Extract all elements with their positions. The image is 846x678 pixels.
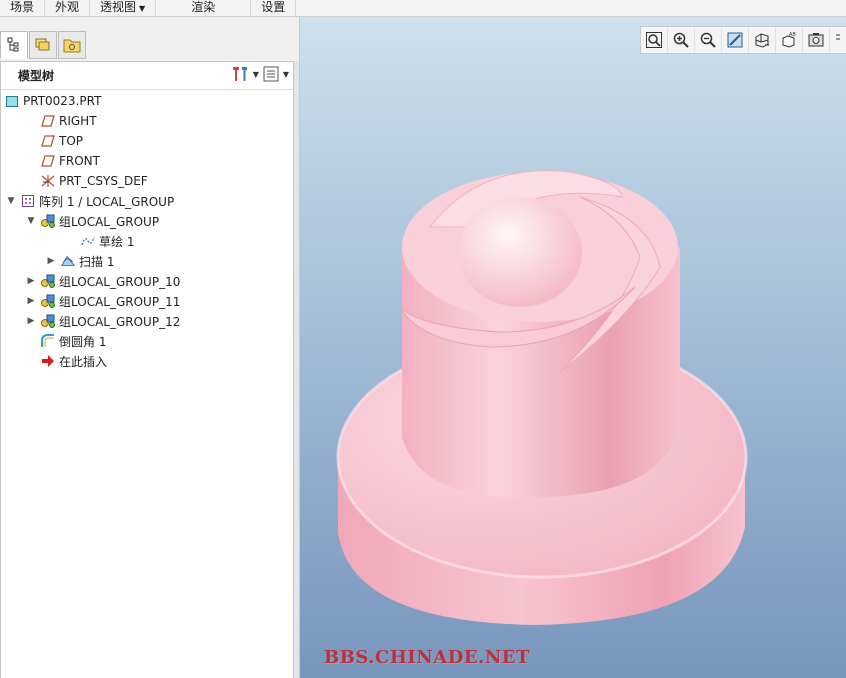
zoom-in-button[interactable] (668, 27, 695, 53)
model-tree-header: 模型树 ▼ ▼ (1, 62, 293, 90)
collapsed-arrow-icon[interactable]: ▶ (26, 296, 36, 306)
graphics-viewport[interactable]: AB BBS.CHINADE.NET (300, 17, 846, 678)
view-manager-icon (807, 31, 825, 49)
zoom-fit-icon (645, 31, 663, 49)
zoom-out-icon (699, 31, 717, 49)
model-tree-pane: 模型树 ▼ ▼ PRT0023.PRT RIGHT TOP FRONT PRT_CSY… (0, 61, 294, 678)
expanded-arrow-icon[interactable]: ▼ (6, 196, 16, 206)
chevron-down-icon[interactable]: ▼ (139, 4, 145, 13)
tree-item-label: 组LOCAL_GROUP_12 (59, 314, 181, 329)
model-tree-icon (7, 37, 19, 52)
settings-dropdown-icon[interactable]: ▼ (283, 70, 289, 79)
collapsed-arrow-icon[interactable]: ▶ (26, 276, 36, 286)
tools-dropdown-icon[interactable]: ▼ (253, 70, 259, 79)
model-tree: PRT0023.PRT RIGHT TOP FRONT PRT_CSYS_DEF ▼ 阵列… (1, 91, 291, 371)
pattern-icon (20, 193, 36, 209)
layers-icon (35, 38, 50, 51)
part-icon (4, 93, 20, 109)
tree-item-label: TOP (59, 134, 84, 148)
ribbon-tab-4[interactable]: 渲染 (156, 0, 252, 17)
insert-here-icon (40, 353, 56, 369)
view-manager-button[interactable] (803, 27, 830, 53)
repaint-icon (726, 31, 744, 49)
more-button[interactable] (830, 27, 846, 53)
tree-item-label: 扫描 1 (79, 254, 115, 269)
datum-plane-icon (40, 113, 56, 129)
repaint-button[interactable] (722, 27, 749, 53)
tab-model-tree[interactable] (0, 31, 28, 59)
zoom-fit-button[interactable] (641, 27, 668, 53)
tree-item-label: 草绘 1 (99, 234, 135, 249)
tree-item[interactable]: ▶ 组LOCAL_GROUP_12 (1, 311, 291, 331)
tree-item[interactable]: ▶ 组LOCAL_GROUP_11 (1, 291, 291, 311)
tree-item[interactable]: 在此插入 (1, 351, 291, 371)
model-tree-title: 模型树 (18, 69, 55, 83)
tree-item-label: RIGHT (59, 114, 97, 128)
collapsed-arrow-icon[interactable]: ▶ (26, 316, 36, 326)
ribbon-tab-3[interactable]: 透视图 ▼ (90, 0, 157, 17)
folder-icon (63, 39, 81, 53)
zoom-in-icon (672, 31, 690, 49)
tree-item[interactable]: ▼ 阵列 1 / LOCAL_GROUP (1, 191, 291, 211)
tree-item-label: 组LOCAL_GROUP_11 (59, 294, 181, 309)
part-model-3d (336, 170, 748, 625)
view-toolbar: AB (640, 26, 846, 54)
csys-icon (40, 173, 56, 189)
ribbon-tab-5[interactable]: 设置 (251, 0, 297, 17)
ribbon-tabs: 场景 外观 透视图 ▼ 渲染 设置 (0, 0, 846, 17)
saved-views-icon: AB (780, 31, 798, 49)
display-style-button[interactable] (749, 27, 776, 53)
navigator-tabs (0, 31, 87, 61)
tree-root[interactable]: PRT0023.PRT (1, 91, 291, 111)
tree-item[interactable]: RIGHT (1, 111, 291, 131)
ribbon-tab-label: 场景 (10, 0, 35, 14)
ribbon-tab-label: 外观 (55, 0, 80, 14)
tree-item[interactable]: ▶ 扫描 1 (1, 251, 291, 271)
sketch-icon (80, 233, 96, 249)
watermark-text: BBS.CHINADE.NET (324, 647, 530, 668)
tree-settings-icon[interactable] (262, 65, 280, 83)
tree-item-label: FRONT (59, 154, 100, 168)
group-icon (40, 293, 56, 309)
navigator-panel: 模型树 ▼ ▼ PRT0023.PRT RIGHT TOP FRONT PRT_CSY… (0, 17, 300, 678)
tree-item[interactable]: TOP (1, 131, 291, 151)
tab-folder[interactable] (58, 31, 86, 59)
tab-layers[interactable] (29, 31, 57, 59)
tree-item-label: 在此插入 (59, 354, 108, 369)
tree-item-label: 组LOCAL_GROUP_10 (59, 274, 181, 289)
tree-item[interactable]: FRONT (1, 151, 291, 171)
panel-splitter[interactable] (294, 61, 299, 678)
group-icon (40, 273, 56, 289)
tree-item-label: PRT_CSYS_DEF (59, 174, 148, 188)
ribbon-tab-label: 透视图 (100, 0, 137, 14)
collapsed-arrow-icon[interactable]: ▶ (46, 256, 56, 266)
ribbon-tab-1[interactable]: 场景 (0, 0, 46, 17)
datum-plane-icon (40, 153, 56, 169)
tree-item[interactable]: 倒圆角 1 (1, 331, 291, 351)
sweep-icon (60, 253, 76, 269)
tree-item[interactable]: PRT_CSYS_DEF (1, 171, 291, 191)
group-icon (40, 213, 56, 229)
zoom-out-button[interactable] (695, 27, 722, 53)
datum-plane-icon (40, 133, 56, 149)
ribbon-tab-label: 设置 (261, 0, 286, 14)
svg-text:AB: AB (789, 32, 796, 38)
saved-views-button[interactable]: AB (776, 27, 803, 53)
ribbon-tab-2[interactable]: 外观 (45, 0, 91, 17)
display-style-icon (753, 31, 771, 49)
tree-item[interactable]: ▶ 组LOCAL_GROUP_10 (1, 271, 291, 291)
tools-icon[interactable] (230, 65, 250, 83)
tree-item[interactable]: ▼ 组LOCAL_GROUP (1, 211, 291, 231)
tree-item-label: 倒圆角 1 (59, 334, 107, 349)
round-icon (40, 333, 56, 349)
ribbon-tab-label: 渲染 (191, 0, 216, 14)
expanded-arrow-icon[interactable]: ▼ (26, 216, 36, 226)
tree-item-label: 组LOCAL_GROUP (59, 214, 160, 229)
tree-item[interactable]: 草绘 1 (1, 231, 291, 251)
tree-item-label: 阵列 1 / LOCAL_GROUP (39, 194, 175, 209)
tree-root-label: PRT0023.PRT (23, 94, 102, 108)
group-icon (40, 313, 56, 329)
more-icon (834, 31, 842, 49)
